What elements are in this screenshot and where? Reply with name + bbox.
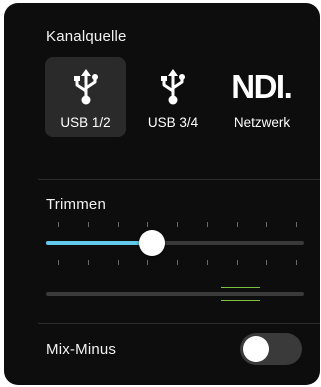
channel-settings-panel: Kanalquelle USB 1/2 USB 3/4 NDI. Netzwer…: [4, 3, 320, 385]
usb-icon: [45, 67, 126, 107]
toggle-knob: [243, 336, 269, 362]
ndi-logo-icon: NDI.: [220, 67, 304, 107]
section-divider: [38, 323, 320, 324]
usb-icon: [132, 67, 214, 107]
scale-tick: [207, 260, 208, 265]
source-option-label: USB 1/2: [60, 115, 111, 130]
ndi-logo-text: NDI: [231, 68, 285, 105]
scale-tick: [88, 260, 89, 265]
source-option-usb-1-2[interactable]: USB 1/2: [45, 57, 126, 137]
source-option-usb-3-4[interactable]: USB 3/4: [132, 57, 214, 137]
mix-minus-toggle[interactable]: [240, 333, 302, 365]
trim-scale-ticks-bottom: [46, 260, 304, 266]
scale-tick: [58, 222, 59, 227]
section-divider: [38, 179, 320, 180]
scale-tick: [237, 260, 238, 265]
scale-tick: [147, 260, 148, 265]
mix-minus-label: Mix-Minus: [46, 341, 117, 358]
scale-tick: [266, 222, 267, 227]
trim-label: Trimmen: [46, 196, 107, 213]
source-option-network[interactable]: NDI. Netzwerk: [220, 57, 304, 137]
scale-tick: [88, 222, 89, 227]
trim-slider-thumb[interactable]: [139, 230, 165, 256]
channel-source-label: Kanalquelle: [46, 28, 127, 45]
source-option-label: USB 3/4: [147, 115, 199, 130]
ndi-logo: NDI.: [231, 68, 293, 105]
scale-tick: [237, 222, 238, 227]
level-indicator-top: [221, 287, 260, 288]
trim-slider-fill: [46, 241, 152, 245]
scale-tick: [296, 222, 297, 227]
input-level-meter: [46, 287, 304, 301]
trim-slider[interactable]: [46, 230, 304, 256]
trim-scale-ticks-top: [46, 222, 304, 228]
scale-tick: [118, 260, 119, 265]
scale-tick: [118, 222, 119, 227]
scale-tick: [58, 260, 59, 265]
source-option-label: Netzwerk: [233, 115, 291, 130]
scale-tick: [266, 260, 267, 265]
level-indicator-bottom: [221, 300, 260, 301]
scale-tick: [177, 260, 178, 265]
scale-tick: [207, 222, 208, 227]
scale-tick: [296, 260, 297, 265]
scale-tick: [177, 222, 178, 227]
scale-tick: [147, 222, 148, 227]
